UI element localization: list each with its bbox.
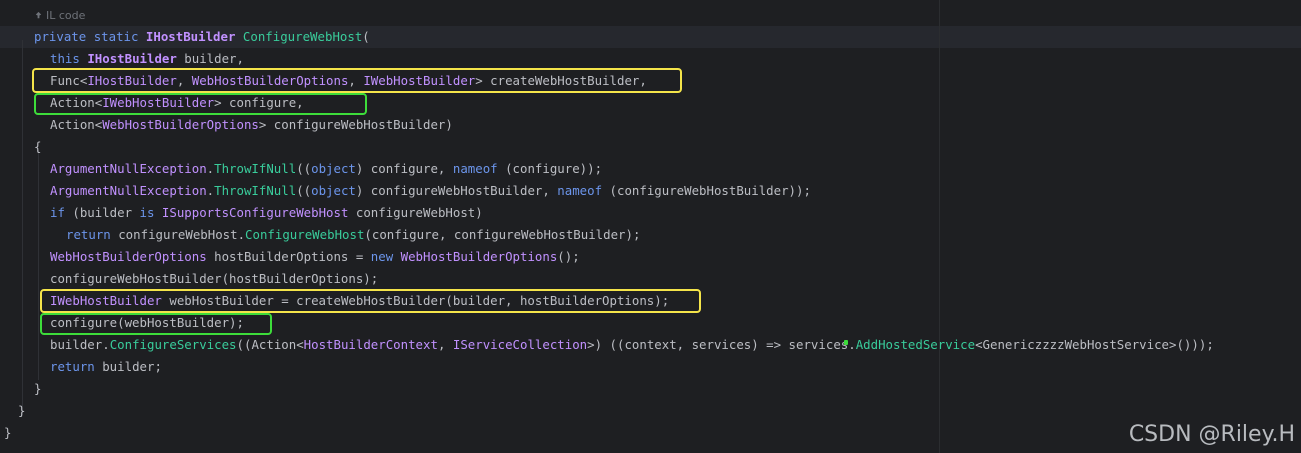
highlight-box-action-param bbox=[34, 93, 367, 115]
code-token: } bbox=[4, 425, 12, 440]
code-line[interactable]: Action<WebHostBuilderOptions> configureW… bbox=[50, 114, 453, 136]
code-token: IHostBuilder bbox=[87, 51, 177, 66]
highlight-box-webhostbuilder-line bbox=[40, 289, 701, 313]
code-token: (builder bbox=[64, 205, 140, 220]
code-token: } bbox=[34, 381, 42, 396]
code-token: ArgumentNullException bbox=[50, 161, 207, 176]
code-line[interactable]: if (builder is ISupportsConfigureWebHost… bbox=[50, 202, 483, 224]
code-token: HostBuilderContext bbox=[303, 337, 438, 352]
code-token: WebHostBuilderOptions bbox=[400, 249, 558, 264]
code-token: configureWebHost. bbox=[110, 227, 246, 242]
code-line[interactable]: } bbox=[34, 378, 41, 400]
code-token: { bbox=[34, 139, 42, 154]
code-token: ConfigureWebHost bbox=[245, 227, 365, 242]
highlight-box-func-param bbox=[32, 68, 682, 93]
code-token: IServiceCollection bbox=[452, 337, 588, 352]
code-line[interactable]: builder.ConfigureServices((Action<HostBu… bbox=[50, 334, 1214, 356]
code-token: IHostBuilder bbox=[145, 29, 236, 44]
code-token: object bbox=[311, 161, 356, 176]
code-line[interactable]: ArgumentNullException.ThrowIfNull((objec… bbox=[50, 180, 811, 202]
code-token: (( bbox=[236, 337, 252, 352]
code-editor[interactable]: IL code private static IHostBuilder Conf… bbox=[0, 0, 1301, 453]
code-token: <GenericzzzzWebHostService>())); bbox=[975, 337, 1214, 352]
il-code-label: IL code bbox=[46, 9, 86, 22]
watermark: CSDN @Riley.H bbox=[1128, 422, 1295, 447]
code-token: AddHostedService bbox=[855, 337, 976, 352]
code-token: is bbox=[139, 205, 155, 220]
code-line[interactable]: } bbox=[4, 422, 11, 444]
code-token: ( bbox=[362, 29, 370, 44]
code-line[interactable]: return configureWebHost.ConfigureWebHost… bbox=[66, 224, 640, 246]
code-token: (configure)); bbox=[497, 161, 603, 176]
code-token: (); bbox=[557, 249, 580, 264]
code-line[interactable]: configureWebHostBuilder(hostBuilderOptio… bbox=[50, 268, 378, 290]
code-token: configureWebHost) bbox=[348, 205, 483, 220]
code-token: return bbox=[66, 227, 111, 242]
code-token: WebHostBuilderOptions bbox=[102, 117, 259, 132]
code-token: ConfigureServices bbox=[109, 337, 237, 352]
code-line[interactable]: private static IHostBuilder ConfigureWeb… bbox=[34, 26, 370, 48]
code-token: . bbox=[206, 161, 215, 176]
code-token: , bbox=[437, 337, 453, 352]
code-token: ThrowIfNull bbox=[214, 183, 297, 198]
code-line[interactable]: return builder; bbox=[50, 356, 162, 378]
code-token: if bbox=[50, 205, 65, 220]
code-token: builder, bbox=[176, 51, 244, 66]
code-token: nameof bbox=[452, 161, 498, 176]
code-line[interactable]: } bbox=[18, 400, 25, 422]
code-token: ConfigureWebHost bbox=[242, 29, 363, 44]
code-token: Action< bbox=[251, 337, 304, 352]
indent-guide bbox=[38, 150, 39, 380]
code-token: private bbox=[34, 29, 87, 44]
code-token: return bbox=[50, 359, 95, 374]
code-token: new bbox=[370, 249, 394, 264]
code-token: ISupportsConfigureWebHost bbox=[161, 205, 349, 220]
caret-marker bbox=[844, 340, 848, 345]
code-token: this bbox=[50, 51, 80, 66]
code-line[interactable]: WebHostBuilderOptions hostBuilderOptions… bbox=[50, 246, 580, 268]
code-line[interactable]: ArgumentNullException.ThrowIfNull((objec… bbox=[50, 158, 602, 180]
code-token: (configureWebHostBuilder)); bbox=[602, 183, 811, 198]
code-token: } bbox=[18, 403, 26, 418]
code-token: >) ((context, services) => services. bbox=[587, 337, 856, 352]
pin-icon bbox=[35, 11, 42, 19]
code-token: (( bbox=[296, 183, 312, 198]
code-token: . bbox=[206, 183, 215, 198]
indent-guide bbox=[22, 40, 23, 415]
code-token: > configureWebHostBuilder) bbox=[258, 117, 453, 132]
code-token: builder. bbox=[50, 337, 110, 352]
code-token: WebHostBuilderOptions bbox=[50, 249, 207, 264]
code-token: builder; bbox=[94, 359, 162, 374]
highlight-box-configure-call bbox=[40, 313, 272, 335]
code-token: (configure, configureWebHostBuilder); bbox=[364, 227, 641, 242]
code-token: static bbox=[93, 29, 139, 44]
code-token: nameof bbox=[557, 183, 603, 198]
right-margin-guide bbox=[939, 0, 940, 453]
il-code-hint[interactable]: IL code bbox=[34, 9, 85, 22]
code-token: ArgumentNullException bbox=[50, 183, 207, 198]
code-token: (( bbox=[296, 161, 312, 176]
code-line[interactable]: { bbox=[34, 136, 41, 158]
code-token: ThrowIfNull bbox=[214, 161, 297, 176]
code-token: hostBuilderOptions = bbox=[206, 249, 371, 264]
code-token: ) configure, bbox=[355, 161, 453, 176]
code-token: configureWebHostBuilder(hostBuilderOptio… bbox=[50, 271, 379, 286]
code-line[interactable]: this IHostBuilder builder, bbox=[50, 48, 244, 70]
code-token: Action< bbox=[50, 117, 103, 132]
code-token: ) configureWebHostBuilder, bbox=[355, 183, 558, 198]
code-token: object bbox=[311, 183, 356, 198]
